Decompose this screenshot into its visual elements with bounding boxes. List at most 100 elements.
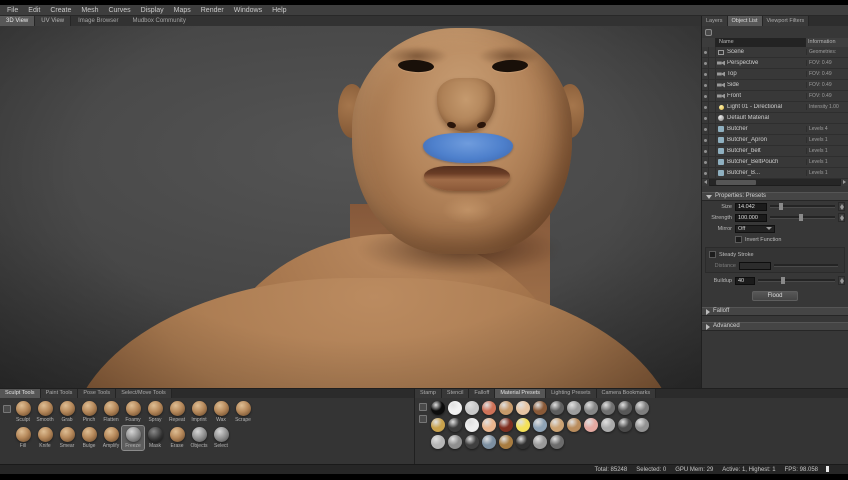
tab-sculpt-tools[interactable]: Sculpt Tools [0, 389, 41, 398]
falloff-section[interactable]: Falloff [702, 307, 848, 316]
visibility-dot[interactable] [702, 57, 709, 69]
lock-dot[interactable] [709, 57, 716, 69]
tool-wax[interactable]: Wax [210, 400, 232, 424]
material-swatch[interactable] [618, 401, 632, 415]
visibility-dot[interactable] [702, 145, 709, 157]
material-swatch[interactable] [584, 418, 598, 432]
object-row-butcher-belt[interactable]: Butcher_belt Levels 1 [702, 145, 848, 157]
material-swatch[interactable] [618, 418, 632, 432]
visibility-dot[interactable] [702, 156, 709, 168]
tab-viewport-filters[interactable]: Viewport Filters [762, 16, 810, 26]
tab-lighting-presets[interactable]: Lighting Presets [546, 389, 597, 398]
tool-objects[interactable]: Objects [188, 426, 210, 450]
preset-options-icon[interactable] [419, 403, 427, 411]
material-swatch[interactable] [482, 435, 496, 449]
object-row-default-material[interactable]: Default Material [702, 112, 848, 124]
tab-stencil[interactable]: Stencil [441, 389, 470, 398]
lock-dot[interactable] [709, 167, 716, 179]
object-row-top[interactable]: Top FOV: 0.49 [702, 68, 848, 80]
scroll-left-icon[interactable] [702, 178, 710, 186]
material-swatch[interactable] [482, 401, 496, 415]
material-swatch[interactable] [499, 401, 513, 415]
lock-dot[interactable] [709, 79, 716, 91]
scroll-right-icon[interactable] [840, 178, 848, 186]
properties-header[interactable]: Properties: Presets [702, 192, 848, 201]
menu-help[interactable]: Help [267, 5, 291, 16]
mirror-dropdown[interactable]: Off [735, 224, 775, 233]
advanced-section[interactable]: Advanced [702, 322, 848, 331]
tool-pinch[interactable]: Pinch [78, 400, 100, 424]
material-swatch[interactable] [499, 418, 513, 432]
visibility-dot[interactable] [702, 123, 709, 135]
tool-mask[interactable]: Mask [144, 426, 166, 450]
material-swatch[interactable] [431, 418, 445, 432]
lock-dot[interactable] [709, 90, 716, 102]
visibility-dot[interactable] [702, 79, 709, 91]
tool-grab[interactable]: Grab [56, 400, 78, 424]
material-swatch[interactable] [584, 401, 598, 415]
material-swatch[interactable] [635, 401, 649, 415]
tab-object-list[interactable]: Object List [727, 16, 763, 26]
menu-edit[interactable]: Edit [23, 5, 45, 16]
object-row-scene[interactable]: Scene Geometries: [702, 46, 848, 58]
tool-imprint[interactable]: Imprint [188, 400, 210, 424]
menu-windows[interactable]: Windows [229, 5, 267, 16]
buildup-input[interactable]: 40 [735, 276, 755, 285]
material-swatch[interactable] [431, 401, 445, 415]
tool-freeze[interactable]: Freeze [121, 425, 145, 451]
object-row-butcher-partial[interactable]: Butcher_B... Levels 1 [702, 167, 848, 179]
mudbox-community-link[interactable]: Mudbox Community [126, 16, 193, 26]
tool-scrape[interactable]: Scrape [232, 400, 254, 424]
column-information[interactable]: Information [806, 38, 848, 47]
slider-thumb[interactable] [799, 214, 804, 221]
tab-layers[interactable]: Layers [702, 16, 728, 26]
lock-dot[interactable] [709, 134, 716, 146]
material-swatch[interactable] [516, 401, 530, 415]
visibility-dot[interactable] [702, 167, 709, 179]
material-swatch[interactable] [431, 435, 445, 449]
scrollbar-thumb[interactable] [716, 179, 756, 185]
lock-dot[interactable] [709, 123, 716, 135]
visibility-dot[interactable] [702, 112, 709, 124]
tool-spray[interactable]: Spray [144, 400, 166, 424]
column-name[interactable]: Name [716, 38, 806, 47]
material-swatch[interactable] [448, 435, 462, 449]
lock-dot[interactable] [709, 101, 716, 113]
object-row-light[interactable]: Light 01 - Directional Intensity 1.00 [702, 101, 848, 113]
flood-button[interactable]: Flood [752, 291, 798, 301]
strength-spinner[interactable] [838, 213, 845, 222]
lock-dot[interactable] [709, 46, 716, 58]
tool-smear[interactable]: Smear [56, 426, 78, 450]
tool-repeat[interactable]: Repeat [166, 400, 188, 424]
invert-checkbox[interactable] [735, 236, 742, 243]
tray-options-icon[interactable] [3, 405, 11, 413]
menu-curves[interactable]: Curves [103, 5, 135, 16]
tab-uv-view[interactable]: UV View [35, 16, 72, 26]
material-swatch[interactable] [601, 418, 615, 432]
material-swatch[interactable] [533, 401, 547, 415]
material-swatch[interactable] [567, 418, 581, 432]
tool-knife[interactable]: Knife [34, 426, 56, 450]
tab-stamp[interactable]: Stamp [415, 389, 442, 398]
material-swatch[interactable] [499, 435, 513, 449]
tab-pose-tools[interactable]: Pose Tools [78, 389, 117, 398]
visibility-dot[interactable] [702, 68, 709, 80]
menu-file[interactable]: File [2, 5, 23, 16]
strength-slider[interactable] [770, 214, 835, 221]
material-swatch[interactable] [465, 435, 479, 449]
tool-foamy[interactable]: Foamy [122, 400, 144, 424]
object-row-perspective[interactable]: Perspective FOV: 0.49 [702, 57, 848, 69]
tool-bulge[interactable]: Bulge [78, 426, 100, 450]
buildup-slider[interactable] [758, 277, 835, 284]
material-swatch[interactable] [448, 418, 462, 432]
menu-mesh[interactable]: Mesh [76, 5, 103, 16]
material-swatch[interactable] [550, 401, 564, 415]
object-row-front[interactable]: Front FOV: 0.49 [702, 90, 848, 102]
panel-options-icon[interactable] [705, 28, 712, 36]
tab-falloff[interactable]: Falloff [469, 389, 496, 398]
viewport-3d[interactable] [0, 26, 701, 388]
tool-amplify[interactable]: Amplify [100, 426, 122, 450]
tool-erase[interactable]: Erase [166, 426, 188, 450]
horizontal-scrollbar[interactable] [702, 178, 848, 186]
tab-paint-tools[interactable]: Paint Tools [40, 389, 79, 398]
